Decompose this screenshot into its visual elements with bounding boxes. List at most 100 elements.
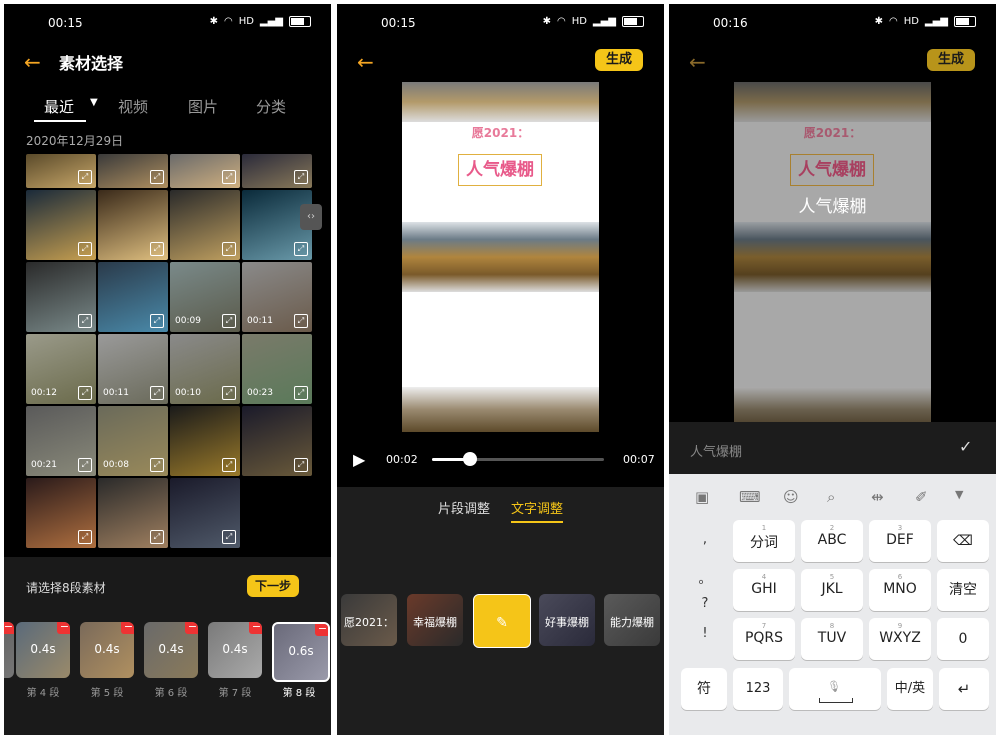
selected-segment[interactable]: 0.4s − [16, 622, 70, 678]
expand-icon[interactable]: ⤢ [150, 314, 164, 328]
expand-icon[interactable]: ⤢ [222, 530, 236, 544]
text-chip[interactable]: 好事爆棚 [539, 594, 595, 646]
expand-icon[interactable]: ⤢ [78, 458, 92, 472]
remove-icon[interactable]: − [57, 622, 70, 634]
space-key[interactable]: 🎙 [789, 668, 881, 710]
toolbox-icon[interactable]: ▣ [695, 488, 709, 506]
selected-segment[interactable]: 0.4s − [144, 622, 198, 678]
expand-icon[interactable]: ⤢ [294, 314, 308, 328]
expand-icon[interactable]: ⤢ [150, 386, 164, 400]
enter-key[interactable]: ↵ [939, 668, 989, 710]
media-thumbnail[interactable]: ⤢ [98, 262, 168, 332]
text-chip-selected[interactable]: ✎ [473, 594, 531, 648]
media-thumbnail[interactable]: 00:11 ⤢ [242, 262, 312, 332]
media-thumbnail[interactable]: 00:09 ⤢ [170, 262, 240, 332]
expand-icon[interactable]: ⤢ [78, 530, 92, 544]
number-key[interactable]: 123 [733, 668, 783, 710]
dropdown-triangle-icon[interactable]: ▼ [90, 97, 98, 108]
selected-segment[interactable]: 0.4s − [208, 622, 262, 678]
text-chip[interactable]: 能力爆棚 [604, 594, 660, 646]
symbol-question[interactable]: ? [679, 596, 731, 611]
back-arrow-icon[interactable]: ← [357, 50, 374, 74]
remove-icon[interactable]: − [249, 622, 262, 634]
collapse-keyboard-icon[interactable]: ▼ [955, 488, 963, 501]
media-thumbnail[interactable]: ⤢ [26, 154, 96, 188]
generate-button[interactable]: 生成 [595, 49, 643, 71]
media-thumbnail[interactable]: ⤢ [242, 154, 312, 188]
symbol-key[interactable]: 符 [681, 668, 727, 710]
expand-icon[interactable]: ⤢ [78, 170, 92, 184]
generate-button[interactable]: 生成 [927, 49, 975, 71]
expand-icon[interactable]: ⤢ [78, 314, 92, 328]
selected-segment[interactable]: 0.6s − [272, 622, 330, 682]
media-thumbnail[interactable]: ⤢ [170, 478, 240, 548]
expand-icon[interactable]: ⤢ [294, 170, 308, 184]
tab-recent[interactable]: 最近 [44, 96, 74, 117]
media-thumbnail[interactable]: ⤢ [98, 190, 168, 260]
expand-icon[interactable]: ⤢ [150, 530, 164, 544]
remove-icon[interactable]: − [185, 622, 198, 634]
media-thumbnail[interactable]: ⤢ [26, 190, 96, 260]
theme-icon[interactable]: ✐ [915, 488, 928, 506]
t9-key[interactable]: 9 WXYZ [869, 618, 931, 660]
media-thumbnail[interactable]: ⤢ [170, 406, 240, 476]
selected-segment[interactable]: 0.4s − [80, 622, 134, 678]
expand-icon[interactable]: ⤢ [78, 242, 92, 256]
media-thumbnail[interactable]: ⤢ [170, 190, 240, 260]
media-thumbnail[interactable]: 00:12 ⤢ [26, 334, 96, 404]
media-thumbnail[interactable]: ⤢ [242, 406, 312, 476]
media-thumbnail[interactable]: 00:23 ⤢ [242, 334, 312, 404]
play-icon[interactable]: ▶ [353, 450, 365, 469]
timeline-scrubber[interactable] [462, 452, 477, 466]
timeline-track[interactable] [432, 452, 604, 466]
expand-icon[interactable]: ⤢ [222, 242, 236, 256]
tab-video[interactable]: 视频 [118, 96, 148, 117]
t9-key[interactable]: 4 GHI [733, 569, 795, 611]
expand-icon[interactable]: ⤢ [294, 386, 308, 400]
expand-icon[interactable]: ⤢ [222, 386, 236, 400]
t9-key[interactable]: 8 TUV [801, 618, 863, 660]
expand-icon[interactable]: ⤢ [78, 386, 92, 400]
media-thumbnail[interactable]: 00:10 ⤢ [170, 334, 240, 404]
video-text-main[interactable]: 人气爆棚 [458, 154, 542, 186]
t9-key[interactable]: 5 JKL [801, 569, 863, 611]
expand-icon[interactable]: ⤢ [222, 170, 236, 184]
expand-icon[interactable]: ⤢ [150, 458, 164, 472]
media-thumbnail[interactable]: 00:11 ⤢ [98, 334, 168, 404]
t9-key[interactable]: 3 DEF [869, 520, 931, 562]
back-arrow-icon[interactable]: ← [689, 50, 706, 74]
clear-key[interactable]: 清空 [937, 569, 989, 611]
expand-icon[interactable]: ⤢ [222, 314, 236, 328]
next-button[interactable]: 下一步 [247, 575, 299, 597]
expand-icon[interactable]: ⤢ [222, 458, 236, 472]
media-thumbnail[interactable]: ⤢ [26, 478, 96, 548]
expand-icon[interactable]: ⤢ [150, 242, 164, 256]
tab-clip-adjust[interactable]: 片段调整 [438, 498, 490, 517]
symbol-period[interactable]: 。 [679, 568, 731, 587]
media-thumbnail[interactable]: 00:21 ⤢ [26, 406, 96, 476]
remove-icon[interactable]: − [4, 622, 14, 634]
tab-image[interactable]: 图片 [188, 96, 218, 117]
t9-key[interactable]: 6 MNO [869, 569, 931, 611]
remove-icon[interactable]: − [315, 624, 328, 636]
confirm-check-icon[interactable]: ✓ [959, 437, 972, 456]
emoji-icon[interactable]: ☺ [783, 488, 799, 506]
media-thumbnail[interactable]: ⤢ [98, 478, 168, 548]
scroll-handle[interactable]: ‹› [300, 204, 322, 230]
text-chip[interactable]: 幸福爆棚 [407, 594, 463, 646]
tab-category[interactable]: 分类 [256, 96, 286, 117]
text-input[interactable]: 人气爆棚 [690, 441, 742, 460]
t9-key[interactable]: 7 PQRS [733, 618, 795, 660]
search-icon[interactable]: ⌕ [827, 488, 835, 506]
media-thumbnail[interactable]: 00:08 ⤢ [98, 406, 168, 476]
media-thumbnail[interactable]: ⤢ [170, 154, 240, 188]
backspace-key[interactable]: ⌫ [937, 520, 989, 562]
video-preview[interactable]: 愿2021： 人气爆棚 [402, 82, 599, 432]
t9-key[interactable]: 1 分词 [733, 520, 795, 562]
selected-segment[interactable]: − [4, 622, 14, 678]
t9-key[interactable]: 2 ABC [801, 520, 863, 562]
tab-text-adjust[interactable]: 文字调整 [511, 498, 563, 517]
symbol-exclaim[interactable]: ! [679, 626, 731, 641]
media-thumbnail[interactable]: ⤢ [98, 154, 168, 188]
expand-icon[interactable]: ⤢ [294, 242, 308, 256]
